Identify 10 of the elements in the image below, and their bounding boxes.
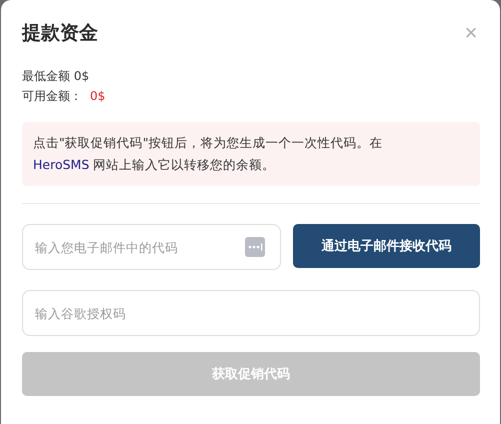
available-label: 可用金额： xyxy=(22,88,82,105)
herosms-link[interactable]: HeroSMS xyxy=(33,157,90,172)
notice-text: 点击"获取促销代码"按钮后，将为您生成一个一次性代码。在 HeroSMS 网站上输入它以转移您的余额。 xyxy=(33,134,384,174)
email-code-field[interactable]: 输入您电子邮件中的代码 xyxy=(22,224,281,270)
minimum-amount: 最低金额 0$ xyxy=(22,68,90,85)
available-amount: 0$ xyxy=(90,88,106,105)
google-code-field[interactable]: 输入谷歌授权码 xyxy=(22,290,480,336)
dialog-title: 提款资金 xyxy=(22,21,98,46)
receive-code-button[interactable]: 通过电子邮件接收代码 xyxy=(293,224,480,268)
dots-icon xyxy=(245,237,265,257)
